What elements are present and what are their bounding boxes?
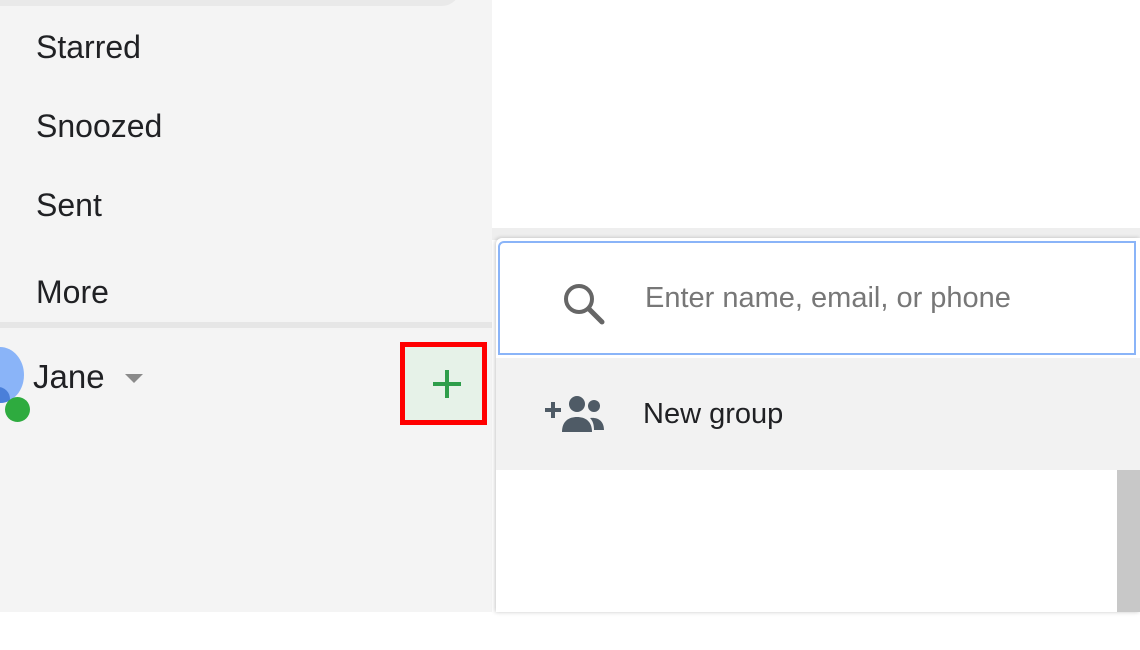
start-new-conversation-button[interactable] bbox=[405, 347, 482, 420]
search-icon bbox=[564, 284, 605, 325]
new-conversation-popup: New group bbox=[496, 238, 1140, 612]
chevron-down-icon[interactable] bbox=[125, 374, 143, 383]
sidebar-divider bbox=[0, 322, 492, 328]
sidebar-item-snoozed[interactable]: Snoozed bbox=[36, 106, 162, 146]
contact-search-box[interactable] bbox=[498, 241, 1136, 355]
contact-search-input[interactable] bbox=[645, 276, 1105, 320]
group-add-icon bbox=[545, 396, 604, 432]
gmail-hangouts-screen: Starred Snoozed Sent More Jane Enter nam… bbox=[0, 0, 1140, 650]
sidebar-item-sent[interactable]: Sent bbox=[36, 185, 102, 225]
online-status-dot bbox=[5, 397, 30, 422]
sidebar-item-starred[interactable]: Starred bbox=[36, 27, 141, 67]
avatar[interactable] bbox=[0, 347, 24, 403]
new-group-label: New group bbox=[643, 398, 784, 430]
left-sidebar: Starred Snoozed Sent More Jane bbox=[0, 0, 492, 612]
sidebar-selected-item-background bbox=[0, 0, 460, 6]
popup-scrollbar[interactable] bbox=[1117, 470, 1140, 612]
sidebar-item-more[interactable]: More bbox=[36, 272, 109, 312]
hangouts-user-name[interactable]: Jane bbox=[33, 357, 105, 397]
new-group-button[interactable]: New group bbox=[496, 358, 1140, 470]
plus-icon bbox=[445, 370, 449, 398]
